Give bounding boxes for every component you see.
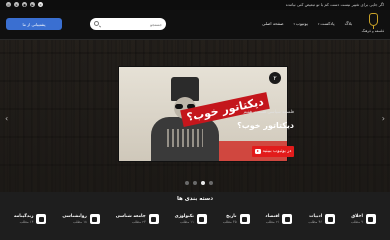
- site-header: فلسفه و فرهنگ صفحه اصلی یوتیوب ▾ پادکست …: [0, 10, 390, 40]
- youtube-icon: [254, 149, 261, 154]
- nav-blog-label: بلاگ: [344, 21, 352, 26]
- nav-home[interactable]: صفحه اصلی: [262, 21, 284, 26]
- slider-dots: [185, 181, 213, 185]
- prev-slide-arrow-icon[interactable]: ‹: [5, 114, 8, 123]
- watch-on-youtube-button[interactable]: در یوتیوب ببینید: [252, 146, 294, 157]
- chevron-down-icon: ▾: [293, 21, 296, 26]
- category-count: ۱۴ مطلب: [19, 220, 34, 224]
- chip-icon: [196, 214, 207, 224]
- categories-section: دسته بندی ها اخلاق ۹ مطلب ادبیات ۴۶ مطلب ا…: [0, 192, 390, 240]
- category-literature[interactable]: ادبیات ۴۶ مطلب: [308, 214, 336, 224]
- category-count: ۱۸ مطلب: [73, 220, 87, 224]
- category-count: ۲۱ مطلب: [265, 220, 280, 224]
- nav-youtube-label: یوتیوب: [296, 21, 308, 26]
- category-name: اخلاق: [351, 214, 363, 219]
- category-ethics[interactable]: اخلاق ۹ مطلب: [351, 214, 376, 224]
- nav-podcast[interactable]: پادکست ▾: [318, 21, 335, 26]
- brain-icon: [89, 214, 100, 224]
- category-name: اقتصاد: [265, 214, 280, 219]
- currency-icon: [282, 214, 293, 224]
- category-count: ۲۳ مطلب: [131, 220, 146, 224]
- ethics-icon: [365, 214, 376, 224]
- hero-slider: ۲ دیکتاتور خوب؟ فلسفه سیاسی قسمت هفتم دی…: [0, 40, 390, 192]
- category-count: ۹ مطلب: [350, 220, 363, 224]
- category-count: ۴۶ مطلب: [308, 220, 323, 224]
- category-technology[interactable]: تکنولوژی ۱۱ مطلب: [175, 214, 207, 224]
- watch-on-youtube-label: در یوتیوب ببینید: [262, 149, 292, 154]
- people-icon: [148, 214, 159, 224]
- category-name: ادبیات: [309, 214, 323, 219]
- category-name: روانشناسی: [62, 214, 87, 219]
- search-icon[interactable]: [94, 21, 99, 26]
- category-sociology[interactable]: جامعه شناسی ۲۳ مطلب: [116, 214, 159, 224]
- category-economics[interactable]: اقتصاد ۲۱ مطلب: [265, 214, 293, 224]
- instagram-icon[interactable]: ◎: [6, 2, 11, 7]
- category-count: ۱۱ مطلب: [180, 220, 194, 224]
- slide-category: فلسفه سیاسی قسمت هفتم: [243, 110, 294, 115]
- social-links: ◎ ➤ ● ▶ ✕: [6, 2, 43, 7]
- slider-dot[interactable]: [185, 181, 189, 185]
- category-psychology[interactable]: روانشناسی ۱۸ مطلب: [62, 214, 100, 224]
- category-name: زندگینامه: [14, 214, 34, 219]
- x-icon[interactable]: ✕: [38, 2, 43, 7]
- slider-dot-active[interactable]: [201, 181, 205, 185]
- main-nav: صفحه اصلی یوتیوب ▾ پادکست ▾ بلاگ: [262, 21, 352, 26]
- search-box: [90, 18, 166, 30]
- person-icon: [36, 214, 47, 224]
- microphone-icon: [368, 13, 378, 29]
- nav-podcast-label: پادکست: [320, 21, 335, 26]
- category-name: تاریخ: [226, 214, 237, 219]
- top-notice: اگر جایی برای تغییر نیست دست کم با تو تب…: [285, 2, 384, 7]
- nav-blog[interactable]: بلاگ: [345, 21, 352, 26]
- site-logo[interactable]: فلسفه و فرهنگ: [362, 13, 384, 33]
- category-history[interactable]: تاریخ ۳۵ مطلب: [223, 214, 250, 224]
- search-input[interactable]: [102, 20, 162, 28]
- categories-title: دسته بندی ها: [176, 196, 214, 202]
- book-icon: [325, 214, 336, 224]
- category-name: جامعه شناسی: [115, 214, 146, 219]
- category-count: ۳۵ مطلب: [222, 220, 237, 224]
- category-biography[interactable]: زندگینامه ۱۴ مطلب: [14, 214, 47, 224]
- next-slide-arrow-icon[interactable]: ›: [382, 114, 385, 123]
- logo-text: فلسفه و فرهنگ: [361, 29, 384, 33]
- categories-list: اخلاق ۹ مطلب ادبیات ۴۶ مطلب اقتصاد ۲۱ مطلب …: [14, 214, 376, 224]
- youtube-icon[interactable]: ▶: [30, 2, 35, 7]
- twitter-icon[interactable]: ●: [22, 2, 27, 7]
- slider-dot[interactable]: [209, 181, 213, 185]
- slide-text: فلسفه سیاسی قسمت هفتم دیکتاتور خوب؟: [198, 110, 294, 130]
- nav-home-label: صفحه اصلی: [261, 21, 284, 26]
- episode-badge: ۲: [269, 72, 281, 84]
- category-name: تکنولوژی: [174, 214, 194, 219]
- hourglass-icon: [239, 214, 250, 224]
- telegram-icon[interactable]: ➤: [14, 2, 19, 7]
- slide-title[interactable]: دیکتاتور خوب؟: [198, 121, 294, 130]
- chevron-down-icon: ▾: [317, 21, 320, 26]
- top-bar: ◎ ➤ ● ▶ ✕ اگر جایی برای تغییر نیست دست ک…: [0, 0, 390, 10]
- support-button[interactable]: پشتیبانی از ما: [6, 18, 62, 30]
- nav-youtube[interactable]: یوتیوب ▾: [294, 21, 308, 26]
- slider-dot[interactable]: [193, 181, 197, 185]
